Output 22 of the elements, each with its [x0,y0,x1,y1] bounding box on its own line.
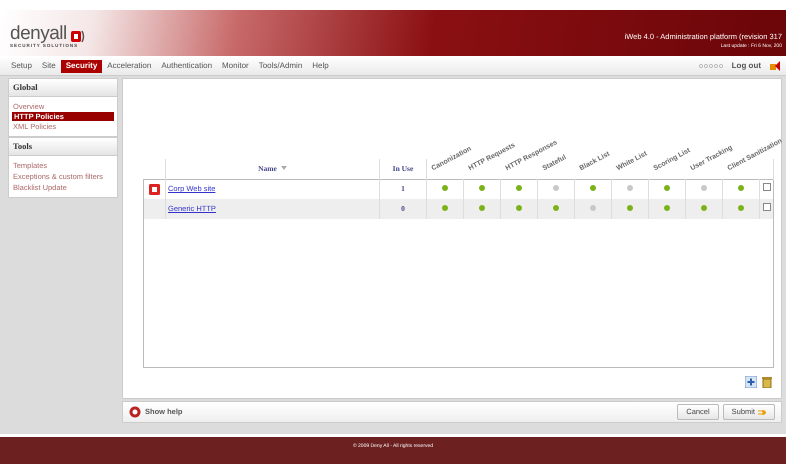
logo-text: denyall [10,24,67,44]
logout-icon [770,61,780,72]
nav-tab[interactable]: Monitor [217,60,254,73]
nav-tab[interactable]: Acceleration [102,60,156,73]
logout-link[interactable]: Log out [726,60,766,73]
nav-tab[interactable]: Security [60,60,102,73]
delete-icon[interactable] [761,376,773,388]
sidebar-heading: Global [9,79,117,97]
nav-tab[interactable]: Setup [6,60,37,73]
logo-icon [70,30,85,44]
nav-tab[interactable]: Help [307,60,334,73]
checkbox[interactable] [762,203,770,211]
arrow-icon [758,410,766,415]
sidebar-heading: Tools [9,138,117,156]
dots-icon [698,64,723,68]
nav-tab[interactable]: Authentication [156,60,218,73]
checkbox[interactable] [762,183,770,192]
add-icon[interactable] [745,376,757,388]
nav-tab[interactable]: Site [36,60,61,73]
help-icon [129,406,141,418]
sort-icon [280,166,287,170]
nav-tab[interactable]: Tools/Admin [254,60,308,73]
